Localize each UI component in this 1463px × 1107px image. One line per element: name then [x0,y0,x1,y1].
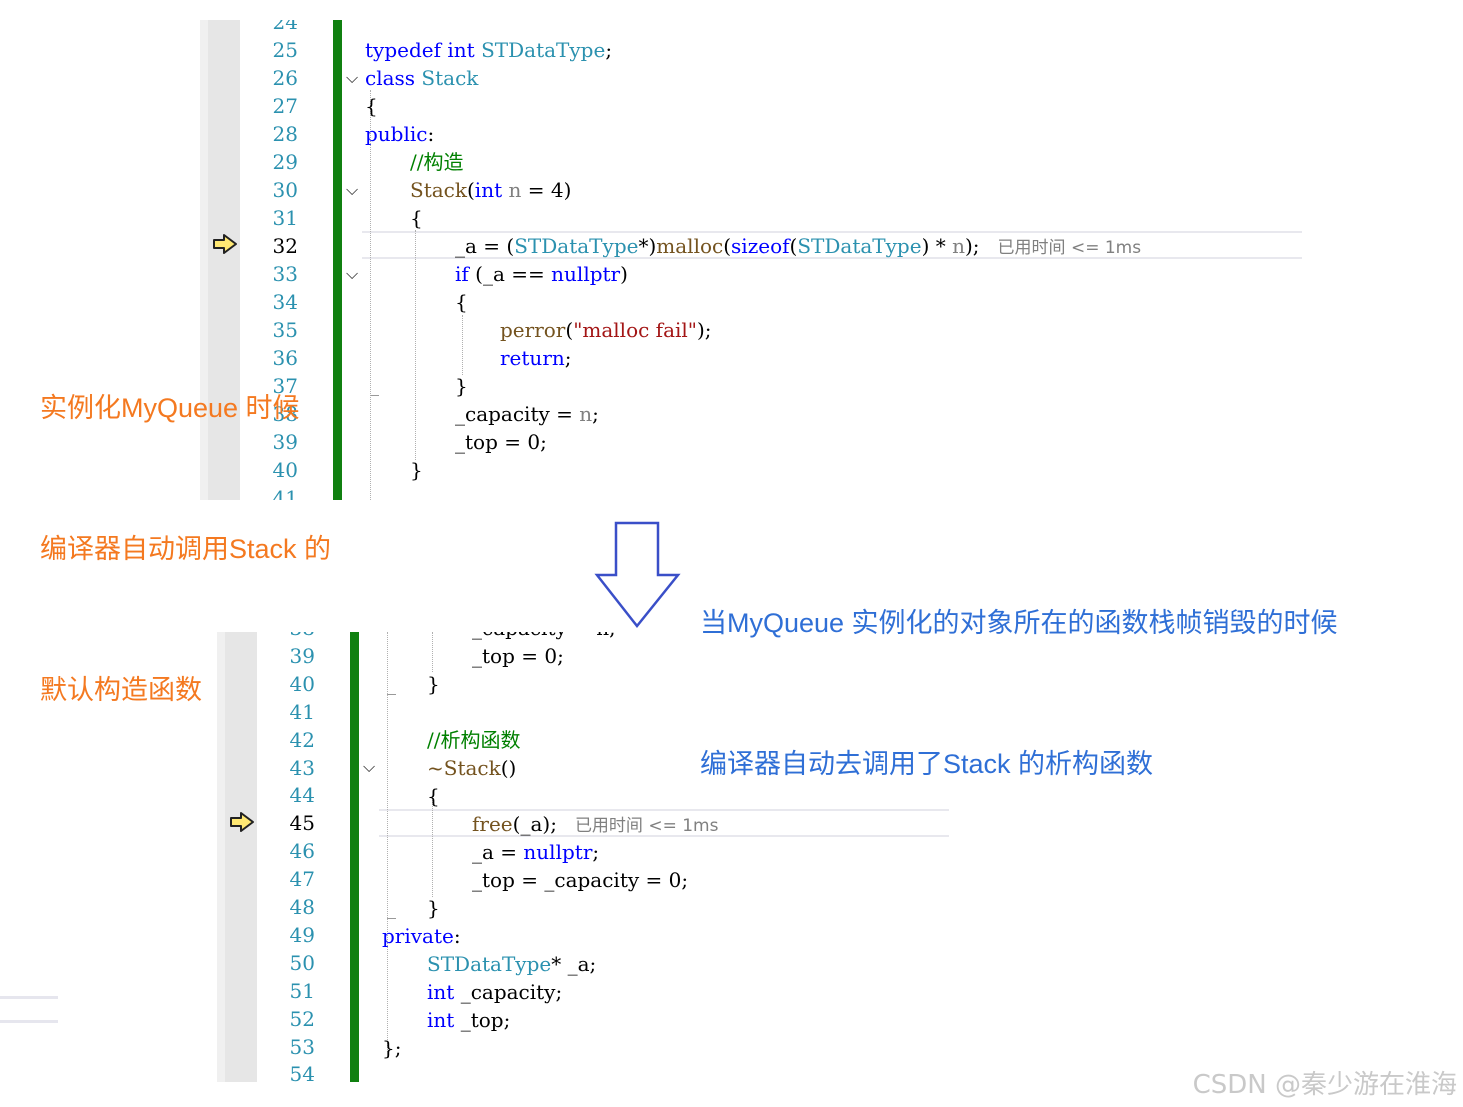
code-line[interactable]: ~Stack() [427,754,516,782]
line-number: 43 [289,755,315,780]
code-line[interactable]: _capacity = n; [455,400,599,428]
code-line[interactable]: _top = 0; [455,428,547,456]
indent-guide [387,694,396,695]
code-line[interactable]: private: [382,922,461,950]
indent-guide [387,918,396,919]
code-line[interactable]: _top = _capacity = 0; [472,866,688,894]
execution-pointer-arrow-icon [230,812,254,832]
code-line[interactable]: class Stack [365,64,478,92]
line-number: 49 [289,922,315,947]
code-line[interactable]: if (_a == nullptr) [455,260,628,288]
line-number: 54 [289,1062,315,1082]
code-line[interactable]: STDataType* _a; [427,950,596,978]
code-line-current[interactable]: free(_a); 已用时间 <= 1ms [472,810,718,840]
decorative-line [0,996,58,999]
code-line[interactable]: { [365,92,378,120]
code-line[interactable]: } [427,670,440,698]
line-number: 24 [272,20,298,34]
fold-chevron-icon[interactable]: ⌵ [346,176,358,204]
bottom-editor-panel: 3839 40 41 42 43 44 45 46 47 48 49 50 51 52 53 54 ⌵ _ca… [217,632,957,1082]
code-line[interactable]: { [410,204,423,232]
line-number: 51 [289,978,315,1003]
glyph-margin [217,632,257,1082]
perf-tip[interactable]: 已用时间 <= 1ms [998,238,1142,258]
fold-chevron-icon[interactable]: ⌵ [346,260,358,288]
fold-chevron-icon[interactable]: ⌵ [346,64,358,92]
line-number: 30 [272,178,298,202]
code-line[interactable]: public: [365,120,434,148]
code-line-partial[interactable]: _capacity = n; [472,632,616,642]
indent-guide [432,797,433,897]
line-number: 28 [272,122,298,146]
change-tracking-bar [333,20,342,500]
line-number: 45 [289,811,315,836]
indent-guide [387,632,388,1052]
line-number: 47 [289,867,315,892]
line-number: 46 [289,839,315,864]
code-line[interactable]: } [410,456,423,484]
code-line[interactable]: int _capacity; [427,978,562,1006]
line-number: 33 [272,262,298,286]
indent-guide [432,632,433,672]
code-line[interactable]: } [455,372,468,400]
line-number: 40 [289,671,315,696]
code-line[interactable]: } [427,894,440,922]
top-editor-panel: 24 25 26 27 28 29 30 31 32 33 34 35 36 37 38 39 40 41 ⌵ ⌵… [200,20,1310,500]
line-number: 31 [272,206,298,230]
line-number: 44 [289,783,315,808]
line-number: 52 [289,1006,315,1031]
execution-pointer-arrow-icon [213,234,237,254]
code-line[interactable]: perror("malloc fail"); [500,316,712,344]
down-arrow-icon [594,521,681,629]
line-number: 53 [289,1034,315,1059]
code-comment[interactable]: //析构函数 [427,726,520,754]
code-line[interactable]: }; [382,1034,401,1062]
code-line[interactable]: { [427,782,440,810]
line-number: 29 [272,150,298,174]
code-line-current[interactable]: _a = (STDataType*)malloc(sizeof(STDataTy… [455,232,1141,262]
code-line[interactable]: Stack(int n = 4) [410,176,571,204]
line-number: 48 [289,895,315,919]
line-number: 39 [289,643,315,668]
line-number: 25 [272,38,298,62]
indent-guide [415,230,416,460]
line-number: 27 [272,94,298,118]
code-line[interactable]: _a = nullptr; [472,838,599,866]
annotation-line: 实例化MyQueue 时候 [40,393,300,423]
code-line[interactable]: _top = 0; [472,642,564,670]
fold-chevron-icon[interactable]: ⌵ [363,753,375,781]
line-number: 38 [255,632,315,642]
indent-guide [370,395,379,396]
annotation-line: 编译器自动调用Stack 的 [40,534,332,564]
change-tracking-bar [350,632,359,1082]
code-line[interactable]: typedef int STDataType; [365,36,612,64]
line-number: 26 [272,66,298,90]
code-comment[interactable]: //构造 [410,148,463,176]
code-line[interactable]: return; [500,344,572,372]
code-line[interactable]: int _top; [427,1006,510,1034]
decorative-line [0,1020,58,1023]
line-number: 32 [272,234,298,258]
indent-guide [462,315,463,375]
line-number: 41 [289,699,315,724]
indent-guide [370,90,371,500]
code-line[interactable]: { [455,288,468,316]
perf-tip[interactable]: 已用时间 <= 1ms [575,816,719,836]
line-number: 50 [289,950,315,975]
watermark: CSDN @秦少游在淮海 [1192,1070,1457,1100]
line-number: 42 [289,727,315,752]
